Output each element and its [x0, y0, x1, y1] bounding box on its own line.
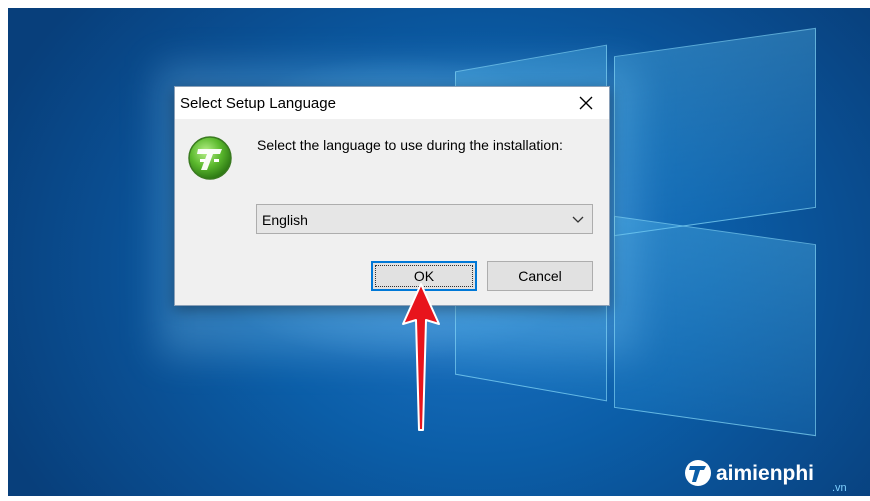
chevron-down-icon: [572, 216, 584, 223]
close-icon: [579, 96, 593, 110]
red-arrow-icon: [402, 283, 440, 431]
windows-logo-pane: [614, 27, 816, 237]
watermark-logo: aimienphi .vn: [682, 453, 862, 494]
cancel-button[interactable]: Cancel: [487, 261, 593, 291]
setup-app-icon: [188, 136, 232, 180]
dialog-title: Select Setup Language: [180, 95, 336, 112]
watermark-sub: .vn: [832, 482, 847, 493]
watermark-text: aimienphi: [716, 462, 814, 485]
dialog-titlebar[interactable]: Select Setup Language: [175, 87, 609, 119]
watermark-graphic: aimienphi .vn: [685, 460, 847, 494]
close-button[interactable]: [563, 87, 609, 119]
windows-logo-pane: [614, 215, 816, 437]
selected-language: English: [262, 212, 308, 228]
language-select[interactable]: English: [256, 204, 593, 234]
setup-language-dialog: Select Setup Language Select the languag…: [174, 86, 610, 306]
language-prompt-text: Select the language to use during the in…: [257, 137, 563, 153]
